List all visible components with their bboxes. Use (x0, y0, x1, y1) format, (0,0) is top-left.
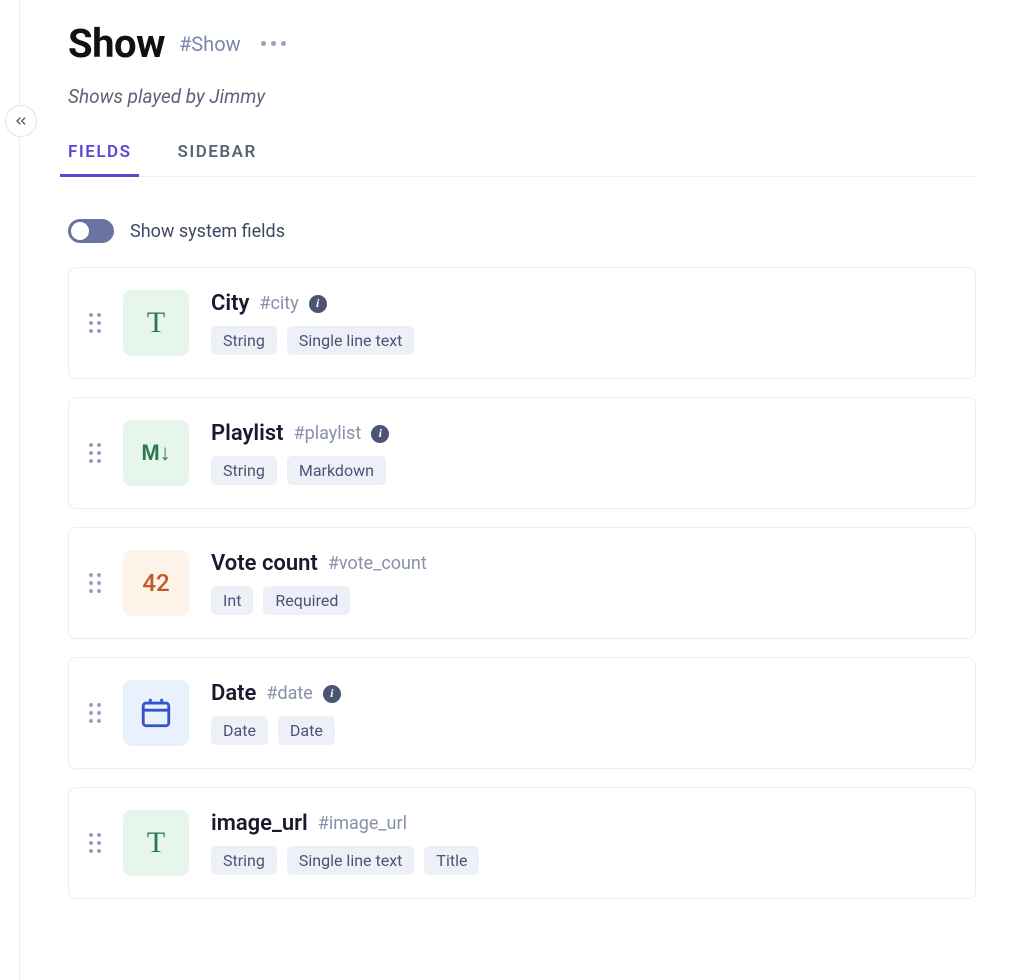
system-fields-toggle-row: Show system fields (68, 219, 976, 243)
content-area: Show #Show Shows played by Jimmy FIELDS … (20, 0, 1024, 919)
field-tag: Title (424, 846, 479, 875)
drag-handle-icon[interactable] (89, 443, 101, 463)
field-card-image-url[interactable]: T image_url #image_url String Single lin… (68, 787, 976, 899)
more-options-button[interactable] (255, 35, 292, 52)
field-slug: #image_url (318, 813, 407, 834)
field-tag: String (211, 456, 277, 485)
field-title-row: City #city i (211, 291, 955, 316)
info-icon[interactable]: i (371, 425, 389, 443)
date-type-icon (123, 680, 189, 746)
field-list: T City #city i String Single line text M… (68, 267, 976, 899)
field-tags: String Markdown (211, 456, 955, 485)
page-slug: #Show (179, 32, 241, 56)
drag-handle-icon[interactable] (89, 573, 101, 593)
chevron-double-left-icon (13, 113, 29, 129)
header-row: Show #Show (68, 20, 976, 67)
drag-handle-icon[interactable] (89, 703, 101, 723)
field-tag: Single line text (287, 326, 415, 355)
tab-fields[interactable]: FIELDS (68, 142, 131, 176)
field-slug: #playlist (294, 423, 362, 444)
system-fields-toggle[interactable] (68, 219, 114, 243)
dots-icon (261, 41, 266, 46)
text-type-icon: T (123, 810, 189, 876)
field-tag: Required (263, 586, 350, 615)
info-icon[interactable]: i (323, 685, 341, 703)
drag-handle-icon[interactable] (89, 833, 101, 853)
field-name: Date (211, 681, 256, 706)
field-tags: String Single line text Title (211, 846, 955, 875)
calendar-icon (139, 696, 173, 730)
text-type-icon: T (123, 290, 189, 356)
field-tag: Date (278, 716, 335, 745)
field-tag: Single line text (287, 846, 415, 875)
field-name: Playlist (211, 421, 284, 446)
tabs: FIELDS SIDEBAR (68, 142, 976, 177)
field-name: City (211, 291, 249, 316)
page-title: Show (68, 20, 165, 67)
field-card-playlist[interactable]: M↓ Playlist #playlist i String Markdown (68, 397, 976, 509)
field-tag: String (211, 846, 277, 875)
field-card-city[interactable]: T City #city i String Single line text (68, 267, 976, 379)
field-body: Playlist #playlist i String Markdown (211, 421, 955, 485)
drag-handle-icon[interactable] (89, 313, 101, 333)
page-subtitle: Shows played by Jimmy (68, 85, 976, 108)
field-card-date[interactable]: Date #date i Date Date (68, 657, 976, 769)
field-card-vote-count[interactable]: 42 Vote count #vote_count Int Required (68, 527, 976, 639)
field-body: image_url #image_url String Single line … (211, 811, 955, 875)
markdown-type-icon: M↓ (123, 420, 189, 486)
field-body: Vote count #vote_count Int Required (211, 551, 955, 615)
field-body: City #city i String Single line text (211, 291, 955, 355)
field-tag: String (211, 326, 277, 355)
field-tag: Date (211, 716, 268, 745)
field-slug: #date (266, 683, 312, 704)
collapse-sidebar-button[interactable] (5, 105, 37, 137)
field-name: image_url (211, 811, 308, 836)
field-body: Date #date i Date Date (211, 681, 955, 745)
info-icon[interactable]: i (309, 295, 327, 313)
field-tags: Date Date (211, 716, 955, 745)
field-tags: Int Required (211, 586, 955, 615)
field-tags: String Single line text (211, 326, 955, 355)
field-name: Vote count (211, 551, 318, 576)
field-title-row: Vote count #vote_count (211, 551, 955, 576)
field-slug: #vote_count (328, 553, 427, 574)
field-title-row: Playlist #playlist i (211, 421, 955, 446)
system-fields-toggle-label: Show system fields (130, 221, 285, 242)
field-tag: Markdown (287, 456, 386, 485)
field-title-row: Date #date i (211, 681, 955, 706)
field-title-row: image_url #image_url (211, 811, 955, 836)
left-rail (0, 0, 20, 980)
int-type-icon: 42 (123, 550, 189, 616)
tab-sidebar[interactable]: SIDEBAR (177, 142, 256, 176)
field-slug: #city (259, 293, 298, 314)
field-tag: Int (211, 586, 253, 615)
